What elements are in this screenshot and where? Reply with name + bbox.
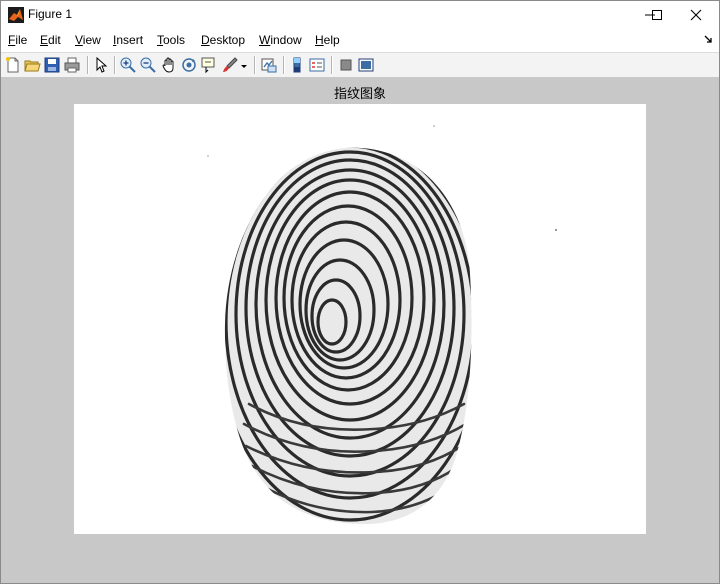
- toolbar-separator: [87, 56, 89, 74]
- link-plot-icon[interactable]: [260, 56, 278, 74]
- figure-toolbar: [1, 52, 719, 78]
- open-file-icon[interactable]: [23, 56, 41, 74]
- toolbar-separator: [254, 56, 256, 74]
- dock-figure-icon[interactable]: [703, 34, 713, 44]
- axes-title: 指纹图象: [333, 87, 386, 102]
- figure-window: Figure 1 File Edit View Insert Tools Des…: [0, 0, 720, 584]
- menu-edit[interactable]: Edit: [40, 33, 61, 47]
- toolbar-separator: [283, 56, 285, 74]
- show-plot-tools-icon[interactable]: [357, 56, 375, 74]
- fingerprint-image: [74, 104, 646, 534]
- hide-plot-tools-icon[interactable]: [337, 56, 355, 74]
- image-axes[interactable]: [74, 104, 646, 534]
- brush-icon[interactable]: [221, 56, 239, 74]
- menu-desktop[interactable]: Desktop: [201, 33, 245, 47]
- menu-help[interactable]: Help: [315, 33, 340, 47]
- print-icon[interactable]: [63, 56, 81, 74]
- pan-icon[interactable]: [160, 56, 178, 74]
- menu-insert[interactable]: Insert: [113, 33, 143, 47]
- close-button[interactable]: [673, 1, 719, 29]
- menu-tools[interactable]: Tools: [157, 33, 185, 47]
- zoom-out-icon[interactable]: [139, 56, 157, 74]
- new-figure-icon[interactable]: [4, 56, 22, 74]
- close-icon: [690, 9, 702, 21]
- edit-plot-icon[interactable]: [92, 56, 110, 74]
- matlab-icon: [8, 7, 24, 23]
- menu-view[interactable]: View: [75, 33, 101, 47]
- save-icon[interactable]: [43, 56, 61, 74]
- menu-bar: File Edit View Insert Tools Desktop Wind…: [1, 29, 719, 51]
- insert-legend-icon[interactable]: [308, 56, 326, 74]
- maximize-icon: [652, 10, 662, 20]
- menu-file[interactable]: File: [8, 33, 27, 47]
- window-title: Figure 1: [28, 7, 73, 21]
- insert-colorbar-icon[interactable]: [288, 56, 306, 74]
- zoom-in-icon[interactable]: [119, 56, 137, 74]
- toolbar-separator: [331, 56, 333, 74]
- toolbar-separator: [114, 56, 116, 74]
- figure-canvas: 指纹图象: [1, 77, 719, 583]
- data-cursor-icon[interactable]: [200, 56, 218, 74]
- title-bar[interactable]: Figure 1: [1, 1, 719, 29]
- brush-dropdown-icon[interactable]: [239, 56, 249, 74]
- rotate-3d-icon[interactable]: [180, 56, 198, 74]
- menu-window[interactable]: Window: [259, 33, 302, 47]
